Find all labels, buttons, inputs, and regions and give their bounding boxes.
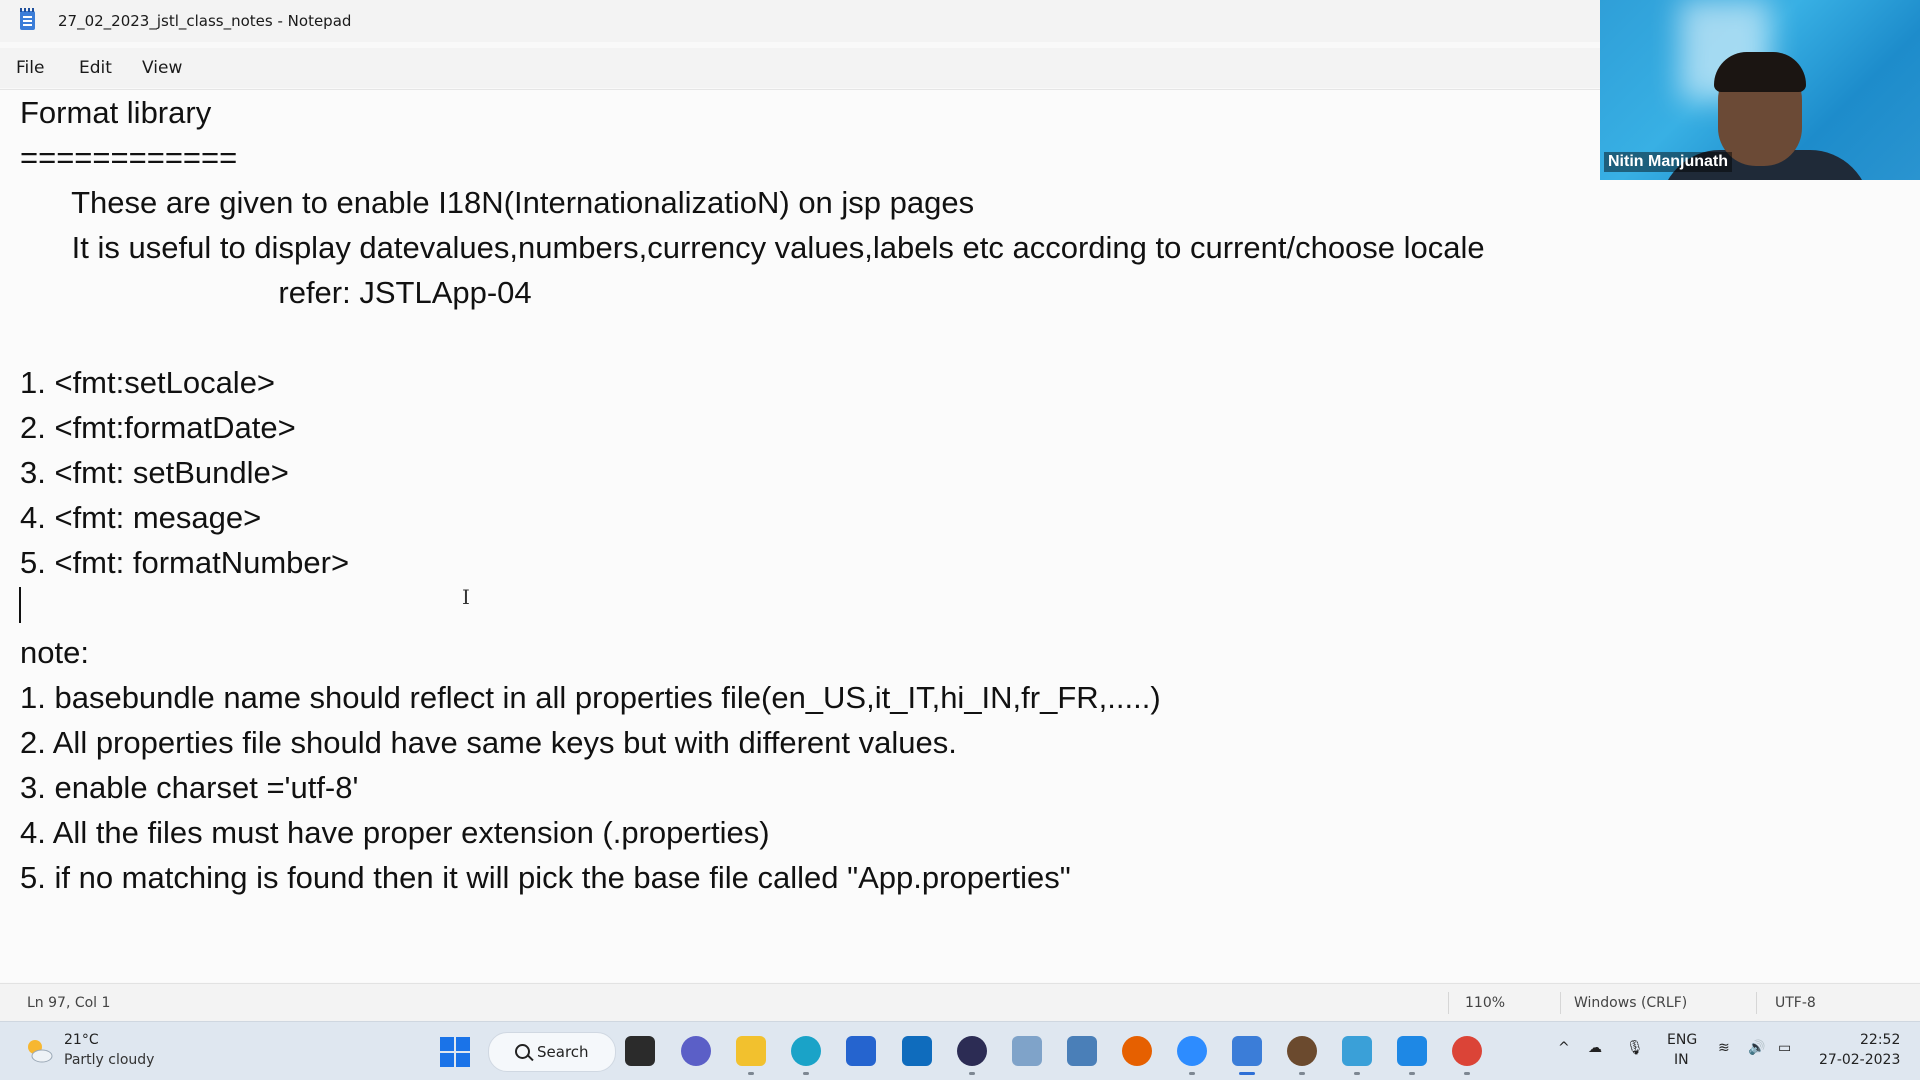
editor-line: 4. <fmt: mesage> <box>20 500 262 535</box>
editor-line: refer: JSTLApp-04 <box>20 275 532 310</box>
window-title: 27_02_2023_jstl_class_notes - Notepad <box>58 12 352 30</box>
status-divider <box>1756 992 1757 1014</box>
chat-icon[interactable] <box>681 1036 711 1066</box>
encoding: UTF-8 <box>1775 995 1816 1011</box>
notepad-icon <box>20 8 35 30</box>
menu-bar: File Edit View <box>0 48 1600 88</box>
taskbar-search[interactable]: Search <box>488 1032 616 1072</box>
ibeam-cursor-icon: I <box>462 585 470 609</box>
battery-icon[interactable]: ▭ <box>1778 1040 1791 1056</box>
line-ending: Windows (CRLF) <box>1574 995 1688 1011</box>
status-divider <box>1560 992 1561 1014</box>
cursor-position: Ln 97, Col 1 <box>27 995 111 1011</box>
text-editor[interactable]: Format library ============ These are gi… <box>0 89 1920 982</box>
editor-line: It is useful to display datevalues,numbe… <box>20 230 1485 265</box>
app-icon[interactable] <box>1397 1036 1427 1075</box>
snipping-tool-icon[interactable] <box>1067 1036 1097 1066</box>
menu-edit[interactable]: Edit <box>73 56 118 80</box>
menu-view[interactable]: View <box>136 56 188 80</box>
editor-line: note: <box>20 635 89 670</box>
status-divider <box>1448 992 1449 1014</box>
firefox-icon[interactable] <box>1122 1036 1152 1066</box>
taskbar: 21°C Partly cloudy Search ^ ☁ 🎙 ENG IN ≋… <box>0 1021 1920 1080</box>
clock-time[interactable]: 22:52 <box>1860 1032 1900 1048</box>
edge-browser-icon[interactable] <box>791 1036 821 1075</box>
search-label: Search <box>537 1043 589 1061</box>
onedrive-icon[interactable]: ☁ <box>1588 1040 1602 1056</box>
editor-line: 2. All properties file should have same … <box>20 725 957 760</box>
zoom-icon[interactable] <box>1177 1036 1207 1075</box>
eclipse-icon[interactable] <box>957 1036 987 1075</box>
language-region[interactable]: IN <box>1674 1052 1689 1068</box>
webcam-video: Nitin Manjunath <box>1600 0 1920 180</box>
editor-line: 2. <fmt:formatDate> <box>20 410 296 445</box>
chrome-icon[interactable] <box>1452 1036 1482 1075</box>
app-icon[interactable] <box>1012 1036 1042 1066</box>
person-hair <box>1714 52 1806 92</box>
microphone-icon[interactable]: 🎙 <box>1626 1040 1644 1056</box>
search-icon <box>515 1044 530 1059</box>
editor-line: These are given to enable I18N(Internati… <box>20 185 975 220</box>
editor-line: 4. All the files must have proper extens… <box>20 815 770 850</box>
start-button[interactable] <box>440 1037 470 1067</box>
notepad-taskbar-icon[interactable] <box>1232 1036 1262 1075</box>
task-view-icon[interactable] <box>625 1036 655 1066</box>
wifi-icon[interactable]: ≋ <box>1718 1040 1730 1056</box>
desktop-screen: 27_02_2023_jstl_class_notes - Notepad Fi… <box>0 0 1920 1080</box>
status-bar: Ln 97, Col 1 110% Windows (CRLF) UTF-8 <box>0 983 1920 1022</box>
editor-line: ============ <box>20 140 238 175</box>
editor-line: Format library <box>20 95 212 130</box>
mail-icon[interactable] <box>902 1036 932 1066</box>
editor-line: 5. <fmt: formatNumber> <box>20 545 350 580</box>
editor-line: 5. if no matching is found then it will … <box>20 860 1071 895</box>
app-icon[interactable] <box>1342 1036 1372 1075</box>
weather-temperature[interactable]: 21°C <box>64 1032 99 1048</box>
clock-date[interactable]: 27-02-2023 <box>1819 1052 1900 1068</box>
show-hidden-icons-icon[interactable]: ^ <box>1558 1040 1570 1056</box>
store-icon[interactable] <box>846 1036 876 1066</box>
editor-line: 3. <fmt: setBundle> <box>20 455 289 490</box>
file-explorer-icon[interactable] <box>736 1036 766 1075</box>
text-caret <box>19 587 21 623</box>
partly-cloudy-icon[interactable] <box>24 1036 54 1066</box>
zoom-level: 110% <box>1465 995 1506 1011</box>
menu-file[interactable]: File <box>10 56 50 80</box>
app-icon[interactable] <box>1287 1036 1317 1075</box>
weather-description[interactable]: Partly cloudy <box>64 1052 154 1068</box>
editor-line: 1. basebundle name should reflect in all… <box>20 680 1161 715</box>
participant-name: Nitin Manjunath <box>1604 152 1732 172</box>
language-indicator[interactable]: ENG <box>1667 1032 1697 1048</box>
editor-line: 1. <fmt:setLocale> <box>20 365 276 400</box>
volume-icon[interactable]: 🔊 <box>1748 1040 1765 1056</box>
editor-line: 3. enable charset ='utf-8' <box>20 770 359 805</box>
